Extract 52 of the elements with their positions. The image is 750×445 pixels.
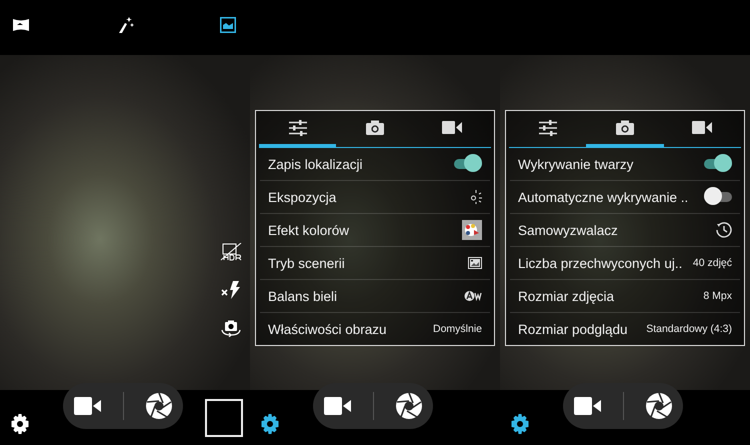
switch-camera-icon[interactable] (220, 319, 242, 337)
setting-label[interactable]: Samowyzwalacz (518, 222, 618, 238)
shutter-button[interactable] (394, 392, 422, 420)
aperture-icon (394, 392, 422, 420)
aperture-icon (644, 392, 672, 420)
setting-label[interactable]: Efekt kolorów (268, 222, 350, 238)
video-record-button[interactable] (574, 397, 602, 415)
image-icon[interactable] (220, 16, 236, 32)
scene-icon (468, 257, 482, 269)
toggle-switch[interactable] (704, 187, 732, 207)
sliders-icon (288, 120, 308, 136)
color-palette-icon (462, 220, 482, 240)
awb-mode-icon (464, 290, 482, 302)
setting-label[interactable]: Balans bieli (268, 288, 338, 304)
setting-value: 40 zdjęć (692, 257, 732, 269)
magic-wand-icon[interactable] (116, 16, 134, 34)
shutter-button[interactable] (644, 392, 672, 420)
video-record-button[interactable] (324, 397, 352, 415)
setting-label[interactable]: Liczba przechwyconych uj.. (518, 256, 682, 270)
setting-value: Standardowy (4:3) (646, 323, 732, 335)
setting-label[interactable]: Zapis lokalizacji (268, 156, 363, 172)
toggle-switch[interactable] (454, 154, 482, 174)
setting-value: 8 Mpx (703, 290, 732, 302)
panorama-icon[interactable] (12, 18, 30, 32)
shutter-button[interactable] (144, 392, 172, 420)
setting-label[interactable]: Rozmiar zdjęcia (518, 288, 614, 304)
toggle-switch[interactable] (704, 154, 732, 174)
settings-icon[interactable] (510, 414, 530, 434)
setting-label[interactable]: Właściwości obrazu (268, 322, 387, 336)
exposure-icon (470, 190, 482, 204)
timer-icon (716, 222, 732, 238)
video-record-button[interactable] (74, 397, 102, 415)
last-photo-thumbnail[interactable] (205, 399, 243, 437)
hdr-off-icon[interactable] (220, 243, 242, 261)
settings-icon[interactable] (10, 414, 30, 434)
camera-icon (366, 120, 384, 135)
setting-value: Domyślnie (432, 323, 482, 335)
video-camera-icon (324, 397, 352, 415)
setting-label[interactable]: Ekspozycja (268, 190, 336, 204)
video-camera-icon (442, 121, 462, 134)
camera-icon (616, 120, 634, 135)
setting-label[interactable]: Tryb scenerii (268, 256, 345, 270)
flash-off-icon[interactable] (221, 281, 241, 299)
settings-icon[interactable] (260, 414, 280, 434)
setting-label[interactable]: Rozmiar podglądu (518, 322, 628, 336)
sliders-icon (538, 120, 558, 136)
aperture-icon (144, 392, 172, 420)
setting-label[interactable]: Automatyczne wykrywanie .. (518, 190, 688, 204)
video-camera-icon (574, 397, 602, 415)
setting-label[interactable]: Wykrywanie twarzy (518, 156, 634, 172)
video-camera-icon (74, 397, 102, 415)
video-camera-icon (692, 121, 712, 134)
